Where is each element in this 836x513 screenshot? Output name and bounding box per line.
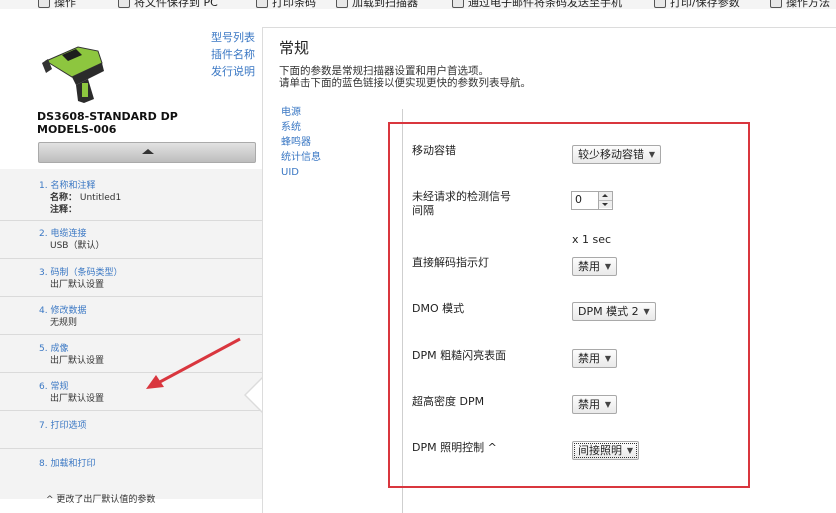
email-icon xyxy=(452,0,464,8)
stepper-up-icon[interactable] xyxy=(599,192,612,200)
step-name-comment[interactable]: 1. 名称和注释 名称： Untitled1 注释： xyxy=(0,175,262,221)
label-line: 未经请求的检测信号 xyxy=(412,190,511,203)
param-label-mobility: 移动容错 xyxy=(412,144,456,157)
interval-unit: x 1 sec xyxy=(572,233,612,246)
load-icon xyxy=(336,0,348,8)
step-key: 注释： xyxy=(50,205,78,215)
label-line: 间隔 xyxy=(412,204,434,217)
chevron-down-icon: ▼ xyxy=(643,307,650,316)
select-value: 禁用 xyxy=(578,260,600,273)
description-line: 请单击下面的蓝色链接以便实现更快的参数列表导航。 xyxy=(279,77,531,89)
mobility-select[interactable]: 较少移动容错 ▼ xyxy=(572,145,661,164)
step-key: 名称： xyxy=(50,193,78,203)
select-value: DPM 模式 2 xyxy=(578,305,639,318)
collapse-bar[interactable] xyxy=(38,142,256,163)
chevron-down-icon: ▼ xyxy=(604,262,611,271)
heartbeat-interval-stepper[interactable]: 0 xyxy=(571,191,613,210)
param-label-dpm-rough: DPM 粗糙闪亮表面 xyxy=(412,349,507,362)
step-sub: 出厂默认设置 xyxy=(50,280,105,290)
param-label-dpm-lighting: DPM 照明控制 ^ xyxy=(412,441,497,454)
step-cable[interactable]: 2. 电缆连接 USB（默认） xyxy=(0,221,262,259)
step-title[interactable]: 4. 修改数据 xyxy=(39,305,262,317)
annotation-arrow xyxy=(146,337,241,389)
dpm-rough-select[interactable]: 禁用 ▼ xyxy=(572,349,617,368)
step-print-options[interactable]: 7. 打印选项 xyxy=(0,411,262,449)
step-title[interactable]: 2. 电缆连接 xyxy=(39,228,262,240)
nav-link-power[interactable]: 电源 xyxy=(281,105,321,120)
left-pane: DS3608-STANDARD DP MODELS-006 型号列表 插件名称 … xyxy=(0,9,262,513)
scanner-device-image xyxy=(42,46,104,103)
nav-link-uid[interactable]: UID xyxy=(281,165,321,180)
step-load-print[interactable]: 8. 加载和打印 xyxy=(0,449,262,489)
param-label-direct-decode: 直接解码指示灯 xyxy=(412,256,489,269)
select-value: 禁用 xyxy=(578,352,600,365)
step-symbologies[interactable]: 3. 码制（条码类型） 出厂默认设置 xyxy=(0,259,262,297)
stepper-buttons xyxy=(598,192,612,209)
top-toolbar: 操作 将文件保存到 PC 打印条码 加载到扫描器 通过电子邮件将条码发送至手机 … xyxy=(0,0,836,9)
page-title: 常规 xyxy=(279,39,310,57)
step-value: Untitled1 xyxy=(79,193,122,203)
section-nav: 电源 系统 蜂鸣器 统计信息 UID xyxy=(281,105,321,180)
step-detail: 名称： Untitled1 xyxy=(39,192,262,204)
gear-icon xyxy=(38,0,50,8)
toolbar-item-print-save[interactable]: 打印/保存参数 xyxy=(654,0,740,9)
config-steps: 1. 名称和注释 名称： Untitled1 注释： 2. 电缆连接 USB（默… xyxy=(0,169,262,499)
toolbar-item-save[interactable]: 将文件保存到 PC xyxy=(118,0,218,9)
step-title[interactable]: 7. 打印选项 xyxy=(39,420,262,432)
print-icon xyxy=(256,0,268,8)
param-label-heartbeat: 未经请求的检测信号 间隔 xyxy=(412,190,511,218)
direct-decode-select[interactable]: 禁用 ▼ xyxy=(572,257,617,276)
dmo-mode-select[interactable]: DPM 模式 2 ▼ xyxy=(572,302,656,321)
step-title[interactable]: 1. 名称和注释 xyxy=(39,180,262,192)
chevron-down-icon: ▼ xyxy=(648,150,655,159)
stepper-down-icon[interactable] xyxy=(599,200,612,208)
step-title[interactable]: 8. 加载和打印 xyxy=(39,458,262,470)
help-icon xyxy=(770,0,782,8)
step-modify-data[interactable]: 4. 修改数据 无规则 xyxy=(0,297,262,335)
step-title[interactable]: 3. 码制（条码类型） xyxy=(39,267,262,279)
nav-link-statistics[interactable]: 统计信息 xyxy=(281,150,321,165)
toolbar-item-email[interactable]: 通过电子邮件将条码发送至手机 xyxy=(452,0,622,9)
print-save-icon xyxy=(654,0,666,8)
nav-link-beeper[interactable]: 蜂鸣器 xyxy=(281,135,321,150)
toolbar-item-help[interactable]: 操作方法 xyxy=(770,0,830,9)
chevron-up-icon xyxy=(142,149,154,154)
select-value: 较少移动容错 xyxy=(578,148,644,161)
param-label-dmo: DMO 模式 xyxy=(412,302,465,315)
chevron-down-icon: ▼ xyxy=(626,446,633,455)
step-sub: 无规则 xyxy=(50,318,78,328)
param-label-ultra-density: 超高密度 DPM xyxy=(412,395,485,408)
device-model: DS3608-STANDARD DP MODELS-006 xyxy=(37,110,178,136)
step-detail: 注释： xyxy=(39,204,262,216)
select-value: 间接照明 xyxy=(578,444,622,457)
page-description: 下面的参数是常规扫描器设置和用户首选项。 请单击下面的蓝色链接以便实现更快的参数… xyxy=(279,65,531,89)
description-line: 下面的参数是常规扫描器设置和用户首选项。 xyxy=(279,65,489,77)
step-sub: USB（默认） xyxy=(50,241,105,251)
toolbar-item-load[interactable]: 加载到扫描器 xyxy=(336,0,418,9)
nav-link-system[interactable]: 系统 xyxy=(281,120,321,135)
stepper-value: 0 xyxy=(575,193,582,206)
chevron-down-icon: ▼ xyxy=(604,400,611,409)
select-value: 禁用 xyxy=(578,398,600,411)
chevron-down-icon: ▼ xyxy=(604,354,611,363)
toolbar-item-actions[interactable]: 操作 xyxy=(38,0,76,9)
footnote: ^ 更改了出厂默认值的参数 xyxy=(46,495,156,505)
save-icon xyxy=(118,0,130,8)
ultra-density-select[interactable]: 禁用 ▼ xyxy=(572,395,617,414)
toolbar-item-print-barcode[interactable]: 打印条码 xyxy=(256,0,316,9)
dpm-lighting-select[interactable]: 间接照明 ▼ xyxy=(572,441,639,460)
